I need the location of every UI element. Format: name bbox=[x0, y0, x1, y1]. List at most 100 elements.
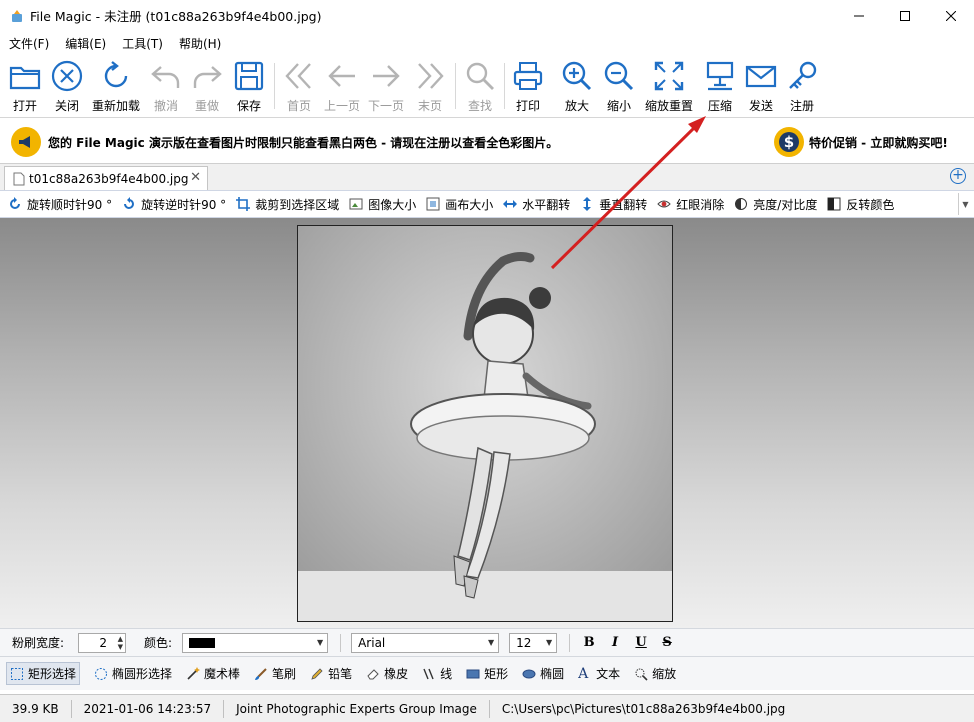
zoom-reset-button[interactable]: 缩放重置 bbox=[642, 59, 696, 115]
pencil-icon bbox=[311, 667, 323, 680]
flip-vertical-button[interactable]: 垂直翻转 bbox=[580, 196, 647, 213]
eye-icon bbox=[657, 200, 671, 208]
megaphone-icon bbox=[11, 127, 41, 157]
folder-icon bbox=[9, 66, 41, 90]
file-size: 39.9 KB bbox=[0, 699, 72, 718]
red-eye-button[interactable]: 红眼消除 bbox=[657, 196, 724, 213]
print-button[interactable]: 打印 bbox=[511, 59, 545, 115]
color-dropdown[interactable]: ▼ bbox=[182, 632, 329, 653]
menu-edit[interactable]: 编辑(E) bbox=[57, 35, 114, 52]
close-circle-icon bbox=[51, 60, 83, 92]
maximize-icon bbox=[900, 10, 910, 21]
underline-button[interactable]: U bbox=[634, 635, 648, 650]
close-window-button[interactable] bbox=[928, 0, 974, 31]
file-path: C:\Users\pc\Pictures\t01c88a263b9f4e4b00… bbox=[501, 701, 786, 716]
last-page-button[interactable]: 末页 bbox=[413, 59, 447, 115]
separator bbox=[569, 633, 571, 652]
italic-button[interactable]: I bbox=[608, 635, 622, 650]
stepper-arrows-icon[interactable]: ▲ ▼ bbox=[118, 635, 123, 651]
text-icon: A bbox=[578, 665, 589, 682]
maximize-button[interactable] bbox=[882, 0, 928, 31]
ellipse-icon bbox=[522, 669, 536, 678]
pencil-tool[interactable]: 铅笔 bbox=[310, 665, 352, 682]
image-canvas[interactable] bbox=[0, 218, 974, 628]
magic-wand-tool[interactable]: 魔术棒 bbox=[186, 665, 240, 682]
reload-button[interactable]: 重新加载 bbox=[90, 59, 142, 115]
first-page-button[interactable]: 首页 bbox=[282, 59, 316, 115]
rect-select-icon bbox=[11, 667, 23, 680]
registration-banner: 您的 File Magic 演示版在查看图片时限制只能查看黑白两色 - 请现在注… bbox=[0, 120, 974, 164]
close-icon bbox=[946, 10, 956, 21]
next-page-button[interactable]: 下一页 bbox=[366, 59, 406, 115]
magnifier-icon bbox=[635, 668, 648, 681]
save-button[interactable]: 保存 bbox=[232, 59, 266, 115]
flip-horizontal-icon bbox=[503, 200, 518, 208]
tab-close-icon[interactable]: ✕ bbox=[190, 170, 201, 185]
canvas-size-button[interactable]: 画布大小 bbox=[426, 196, 493, 213]
strikethrough-button[interactable]: S bbox=[660, 635, 674, 650]
ellipse-select-tool[interactable]: 椭圆形选择 bbox=[94, 665, 172, 682]
magic-wand-icon bbox=[187, 666, 201, 680]
chevron-down-icon: ▼ bbox=[316, 637, 324, 647]
add-tab-icon[interactable]: + bbox=[950, 168, 966, 184]
menu-tools[interactable]: 工具(T) bbox=[114, 35, 171, 52]
prev-page-button[interactable]: 上一页 bbox=[322, 59, 362, 115]
bold-button[interactable]: B bbox=[582, 635, 596, 650]
font-dropdown[interactable]: Arial ▼ bbox=[351, 632, 500, 653]
eraser-tool[interactable]: 橡皮 bbox=[366, 665, 408, 682]
rotate-ccw-button[interactable]: 旋转逆时针90 ° bbox=[122, 196, 226, 213]
document-icon bbox=[13, 172, 25, 185]
find-button[interactable]: 查找 bbox=[463, 59, 497, 115]
document-tab[interactable]: t01c88a263b9f4e4b00.jpg ✕ bbox=[4, 166, 208, 190]
send-button[interactable]: 发送 bbox=[744, 59, 778, 115]
minimize-button[interactable] bbox=[836, 0, 882, 31]
promo-link[interactable]: 特价促销 - 立即就购买吧! bbox=[809, 134, 948, 151]
image-size-button[interactable]: 图像大小 bbox=[349, 196, 416, 213]
printer-icon bbox=[513, 62, 543, 90]
document-tab-strip: t01c88a263b9f4e4b00.jpg ✕ + bbox=[0, 164, 974, 190]
app-icon bbox=[12, 9, 22, 22]
menu-help[interactable]: 帮助(H) bbox=[171, 35, 229, 52]
status-bar: 39.9 KB 2021-01-06 14:23:57 Joint Photog… bbox=[0, 694, 974, 722]
arrow-right-icon bbox=[373, 65, 400, 87]
key-icon bbox=[789, 61, 817, 89]
canvas-size-icon bbox=[426, 197, 440, 211]
rectangle-icon bbox=[466, 669, 480, 678]
toolbar-overflow-chevron[interactable]: ▼ bbox=[958, 193, 972, 215]
brush-width-stepper[interactable]: 2 ▲ ▼ bbox=[78, 632, 127, 653]
flip-horizontal-button[interactable]: 水平翻转 bbox=[503, 196, 570, 213]
crop-icon bbox=[236, 197, 251, 211]
ellipse-tool[interactable]: 椭圆 bbox=[522, 665, 564, 682]
undo-button[interactable]: 撤消 bbox=[149, 59, 183, 115]
zoom-tool[interactable]: 缩放 bbox=[634, 665, 676, 682]
rectangle-tool[interactable]: 矩形 bbox=[466, 665, 508, 682]
close-file-button[interactable]: 关闭 bbox=[50, 59, 84, 115]
open-button[interactable]: 打开 bbox=[8, 59, 42, 115]
font-size-dropdown[interactable]: 12 ▼ bbox=[509, 632, 558, 653]
fit-screen-icon bbox=[654, 61, 684, 91]
chevron-down-icon: ▼ bbox=[487, 637, 495, 647]
redo-icon bbox=[193, 66, 222, 88]
rotate-cw-button[interactable]: 旋转顺时针90 ° bbox=[8, 196, 112, 213]
compress-icon bbox=[706, 61, 734, 91]
ballerina-sketch-image bbox=[298, 226, 672, 621]
zoom-in-icon bbox=[562, 61, 592, 91]
arrow-left-icon bbox=[328, 65, 355, 87]
file-datetime: 2021-01-06 14:23:57 bbox=[72, 699, 225, 718]
rect-select-tool[interactable]: 矩形选择 bbox=[6, 662, 81, 685]
contrast-icon bbox=[735, 198, 748, 210]
brightness-contrast-button[interactable]: 亮度/对比度 bbox=[734, 196, 817, 213]
brush-tool[interactable]: 笔刷 bbox=[254, 665, 296, 682]
zoom-out-button[interactable]: 缩小 bbox=[602, 59, 636, 115]
zoom-in-button[interactable]: 放大 bbox=[560, 59, 594, 115]
register-button[interactable]: 注册 bbox=[785, 59, 819, 115]
menu-file[interactable]: 文件(F) bbox=[0, 35, 57, 52]
crop-button[interactable]: 裁剪到选择区域 bbox=[236, 196, 339, 213]
invert-colors-button[interactable]: 反转颜色 bbox=[827, 196, 894, 213]
compress-button[interactable]: 压缩 bbox=[703, 59, 737, 115]
line-tool[interactable]: 线 bbox=[422, 665, 452, 682]
redo-button[interactable]: 重做 bbox=[190, 59, 224, 115]
text-tool[interactable]: A 文本 bbox=[578, 665, 620, 682]
banner-message[interactable]: 您的 File Magic 演示版在查看图片时限制只能查看黑白两色 - 请现在注… bbox=[48, 134, 558, 151]
reload-icon bbox=[104, 61, 128, 88]
